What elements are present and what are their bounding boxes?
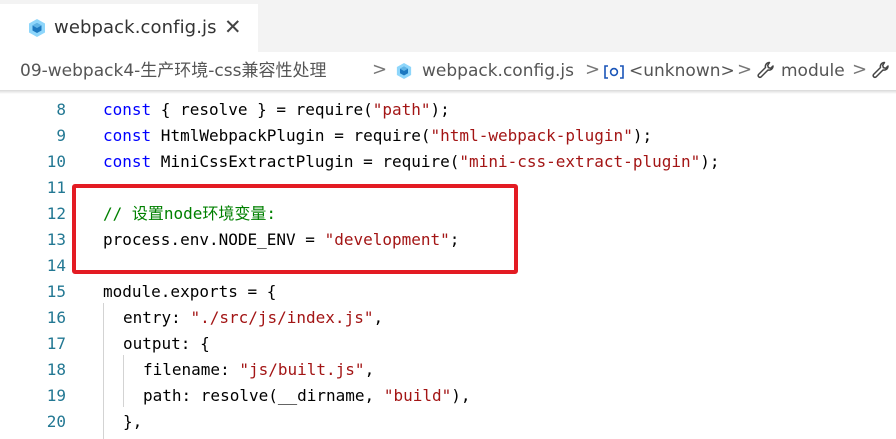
code-text: },: [123, 412, 143, 431]
code-text: module.exports = {: [103, 282, 277, 301]
chevron-right-icon: >: [585, 59, 601, 80]
webpack-icon: [29, 19, 45, 37]
line-number: 9: [56, 126, 66, 145]
webpack-icon: [396, 63, 412, 79]
line-number: 20: [46, 412, 66, 431]
code-line[interactable]: 18 filename: "js/built.js",: [0, 357, 896, 383]
code-text: output: {: [123, 334, 210, 353]
code-line[interactable]: 8 const { resolve } = require("path");: [0, 97, 896, 123]
wrench-icon: [757, 61, 774, 79]
breadcrumb-folder[interactable]: 09-webpack4-生产环境-css兼容性处理: [20, 60, 326, 82]
code-line[interactable]: 9 const HtmlWebpackPlugin = require("htm…: [0, 123, 896, 149]
line-number: 17: [46, 334, 66, 353]
code-text: const MiniCssExtractPlugin = require("mi…: [103, 152, 720, 171]
close-icon[interactable]: ✕: [224, 15, 242, 39]
chevron-right-icon: >: [372, 59, 388, 80]
line-number: 13: [46, 230, 66, 249]
tab-bar: webpack.config.js ✕: [0, 0, 896, 52]
code-text: const HtmlWebpackPlugin = require("html-…: [103, 126, 653, 145]
symbol-variable-icon: [604, 65, 624, 79]
code-text: path: resolve(__dirname, "build"),: [143, 386, 471, 405]
code-line[interactable]: 15 module.exports = {: [0, 279, 896, 305]
wrench-icon: [872, 61, 889, 79]
chevron-right-icon: >: [852, 59, 868, 80]
breadcrumb-file[interactable]: webpack.config.js: [422, 60, 574, 82]
line-number: 18: [46, 360, 66, 379]
code-text: filename: "js/built.js",: [143, 360, 375, 379]
code-line[interactable]: 19 path: resolve(__dirname, "build"),: [0, 383, 896, 409]
code-text: entry: "./src/js/index.js",: [123, 308, 384, 327]
chevron-right-icon: >: [737, 59, 753, 80]
line-number: 19: [46, 386, 66, 405]
tab-label: webpack.config.js: [54, 17, 217, 38]
line-number: 11: [46, 178, 66, 197]
code-text: const { resolve } = require("path");: [103, 100, 450, 119]
line-number: 10: [46, 152, 66, 171]
tab-webpack-config[interactable]: webpack.config.js ✕: [0, 4, 258, 52]
line-number: 12: [46, 204, 66, 223]
annotation-highlight-box: [72, 184, 518, 274]
breadcrumb: 09-webpack4-生产环境-css兼容性处理 > webpack.conf…: [0, 52, 896, 90]
code-line[interactable]: 16 entry: "./src/js/index.js",: [0, 305, 896, 331]
code-line[interactable]: 10 const MiniCssExtractPlugin = require(…: [0, 149, 896, 175]
code-line[interactable]: 20 },: [0, 409, 896, 435]
scroll-shadow: [0, 90, 896, 94]
code-line[interactable]: 17 output: {: [0, 331, 896, 357]
breadcrumb-symbol-unknown[interactable]: <unknown>: [629, 60, 735, 82]
line-number: 15: [46, 282, 66, 301]
line-number: 16: [46, 308, 66, 327]
line-number: 8: [56, 100, 66, 119]
breadcrumb-symbol-module[interactable]: module: [781, 60, 845, 82]
line-number: 14: [46, 256, 66, 275]
